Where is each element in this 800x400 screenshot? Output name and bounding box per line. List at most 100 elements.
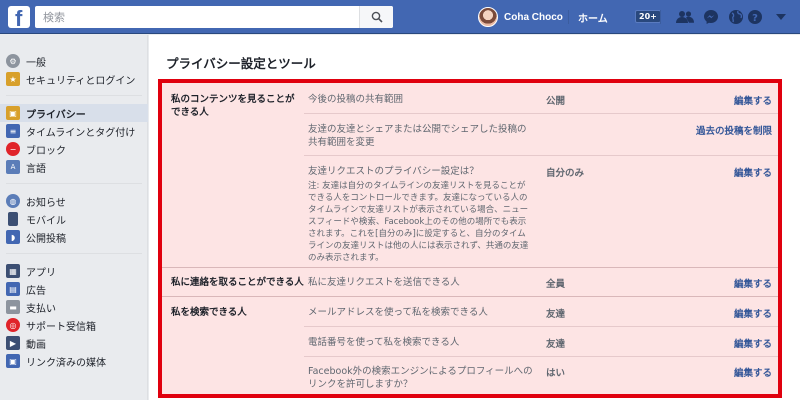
setting-value: 全員 <box>546 279 566 290</box>
facebook-logo-letter: f <box>15 6 23 29</box>
setting-question: 私に友達リクエストを送信できる人 <box>308 277 460 288</box>
section-label: 私のコンテンツを見ることができる人 <box>171 94 295 118</box>
section-divider <box>162 296 778 297</box>
ads-icon: ▤ <box>6 282 20 296</box>
sidebar-item-linked-media[interactable]: ▣ リンク済みの媒体 <box>6 352 146 370</box>
divider <box>304 155 778 156</box>
sidebar-item-label: プライバシー <box>26 109 86 121</box>
setting-question: 電話番号を使って私を検索できる人 <box>308 337 460 348</box>
home-link[interactable]: ホーム <box>578 10 608 25</box>
divider <box>6 95 142 96</box>
sidebar-item-label: アプリ <box>26 267 56 279</box>
setting-value: はい <box>546 368 566 379</box>
sidebar-item-label: 動画 <box>26 339 46 351</box>
sidebar-item-security[interactable]: ★ セキュリティとログイン <box>6 70 146 88</box>
globe-icon: ◍ <box>6 194 20 208</box>
lifebuoy-icon: ◎ <box>6 318 20 332</box>
sidebar-item-videos[interactable]: ▶ 動画 <box>6 334 146 352</box>
setting-question: 今後の投稿の共有範囲 <box>308 94 404 105</box>
sidebar-item-label: タイムラインとタグ付け <box>26 127 136 139</box>
home-notification-badge: 20+ <box>635 10 661 23</box>
search-icon <box>371 11 383 23</box>
search-input[interactable] <box>35 6 365 28</box>
section-divider <box>162 267 778 268</box>
sidebar-item-block[interactable]: − ブロック <box>6 140 146 158</box>
sidebar-item-payments[interactable]: ▬ 支払い <box>6 298 146 316</box>
sidebar-item-label: お知らせ <box>26 197 66 209</box>
rss-icon: ◗ <box>6 230 20 244</box>
edit-link[interactable]: 編集する <box>734 93 772 107</box>
setting-value: 公開 <box>546 96 566 107</box>
sidebar-item-mobile[interactable]: モバイル <box>6 210 146 228</box>
avatar <box>478 7 498 27</box>
section-label: 私を検索できる人 <box>171 307 247 318</box>
page-title: プライバシー設定とツール <box>166 56 316 71</box>
limit-past-posts-link[interactable]: 過去の投稿を制限 <box>696 123 772 137</box>
profile-name: Coha Choco <box>504 11 563 23</box>
divider <box>304 356 778 357</box>
profile-link[interactable]: Coha Choco <box>478 7 563 27</box>
timeline-icon: ≡ <box>6 124 20 138</box>
setting-value: 友達 <box>546 339 566 350</box>
sidebar-item-support-inbox[interactable]: ◎ サポート受信箱 <box>6 316 146 334</box>
setting-note: 注: 友達は自分のタイムラインの友達リストを見ることができる人をコントロールでき… <box>308 181 529 263</box>
sidebar-item-privacy[interactable]: ▣ プライバシー <box>0 104 148 122</box>
sidebar-item-language[interactable]: A 言語 <box>6 158 146 176</box>
sidebar-item-label: 広告 <box>26 285 46 297</box>
settings-content: プライバシー設定とツール 私のコンテンツを見ることができる人 今後の投稿の共有範… <box>149 35 800 400</box>
sidebar-item-label: モバイル <box>26 215 66 227</box>
shield-icon: ★ <box>6 72 20 86</box>
setting-question: メールアドレスを使って私を検索できる人 <box>308 307 488 318</box>
mobile-icon <box>8 212 18 226</box>
divider <box>304 113 778 114</box>
sidebar-item-public-posts[interactable]: ◗ 公開投稿 <box>6 228 146 246</box>
sidebar-item-apps[interactable]: ▦ アプリ <box>6 262 146 280</box>
dropdown-caret-icon[interactable] <box>772 8 790 26</box>
divider <box>6 253 142 254</box>
settings-sidebar: ⚙ 一般 ★ セキュリティとログイン ▣ プライバシー ≡ タイムラインとタグ付… <box>0 35 148 400</box>
help-icon[interactable]: ? <box>746 8 764 26</box>
search-button[interactable] <box>359 6 393 28</box>
sidebar-item-label: リンク済みの媒体 <box>26 357 106 369</box>
sidebar-item-ads[interactable]: ▤ 広告 <box>6 280 146 298</box>
messenger-icon[interactable] <box>702 8 720 26</box>
setting-question: 友達の友達とシェアまたは公開でシェアした投稿の共有範囲を変更 <box>308 124 527 148</box>
privacy-settings-panel: 私のコンテンツを見ることができる人 今後の投稿の共有範囲 公開 編集する 友達の… <box>158 79 782 398</box>
divider <box>6 183 142 184</box>
sidebar-item-notifications[interactable]: ◍ お知らせ <box>6 192 146 210</box>
setting-question: 友達リクエストのプライバシー設定は？ <box>308 166 479 177</box>
card-icon: ▬ <box>6 300 20 314</box>
sidebar-item-label: セキュリティとログイン <box>26 75 136 87</box>
gear-icon: ⚙ <box>6 54 20 68</box>
sidebar-item-timeline[interactable]: ≡ タイムラインとタグ付け <box>6 122 146 140</box>
block-icon: − <box>6 142 20 156</box>
lock-icon: ▣ <box>6 106 20 120</box>
sidebar-item-label: 公開投稿 <box>26 233 66 245</box>
friends-icon[interactable] <box>676 8 694 26</box>
setting-value: 自分のみ <box>546 168 585 179</box>
setting-question: Facebook外の検索エンジンによるプロフィールへのリンクを許可しますか？ <box>308 366 533 390</box>
facebook-logo[interactable]: f <box>8 6 30 28</box>
globe-icon[interactable] <box>727 8 745 26</box>
top-navigation-bar: f Coha Choco ホーム 20+ ? <box>0 0 800 34</box>
sidebar-item-label: サポート受信箱 <box>26 321 96 333</box>
film-icon: ▶ <box>6 336 20 350</box>
svg-text:?: ? <box>752 13 758 24</box>
edit-link[interactable]: 編集する <box>734 306 772 320</box>
linked-icon: ▣ <box>6 354 20 368</box>
sidebar-item-label: 支払い <box>26 303 56 315</box>
sidebar-item-label: ブロック <box>26 145 66 157</box>
edit-link[interactable]: 編集する <box>734 365 772 379</box>
sidebar-item-general[interactable]: ⚙ 一般 <box>6 52 146 70</box>
sidebar-item-label: 一般 <box>26 57 46 69</box>
edit-link[interactable]: 編集する <box>734 276 772 290</box>
search-box <box>35 6 393 28</box>
sidebar-item-label: 言語 <box>26 163 46 175</box>
apps-icon: ▦ <box>6 264 20 278</box>
edit-link[interactable]: 編集する <box>734 336 772 350</box>
divider <box>304 326 778 327</box>
divider <box>568 10 569 24</box>
edit-link[interactable]: 編集する <box>734 165 772 179</box>
language-icon: A <box>6 160 20 174</box>
divider <box>660 10 661 24</box>
